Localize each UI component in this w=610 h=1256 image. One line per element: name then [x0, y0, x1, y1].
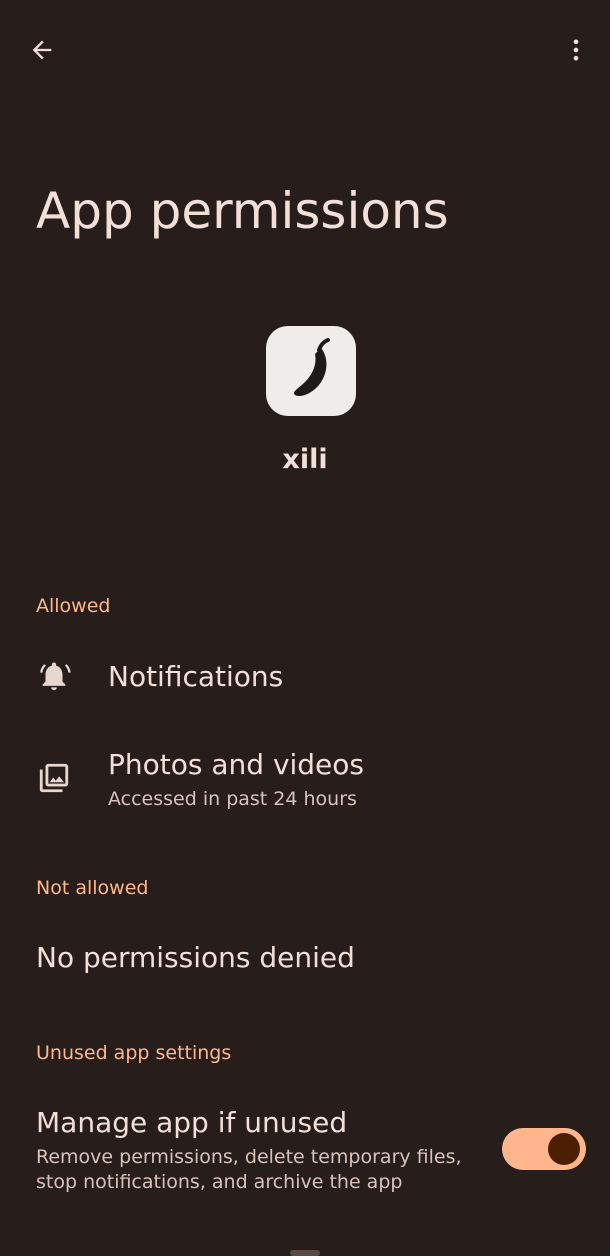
- page-title: App permissions: [36, 182, 449, 240]
- top-app-bar: [0, 0, 610, 100]
- toggle-knob: [548, 1133, 580, 1165]
- notification-bell-icon: [36, 658, 72, 694]
- permission-row-notifications[interactable]: Notifications: [0, 640, 610, 714]
- back-button[interactable]: [22, 30, 62, 70]
- chili-pepper-app-icon: [266, 326, 356, 416]
- more-vert-icon: [573, 39, 579, 61]
- manage-app-description-line1: Remove permissions, delete temporary fil…: [36, 1146, 462, 1168]
- permission-subtitle: Accessed in past 24 hours: [108, 788, 357, 810]
- permission-title: Photos and videos: [108, 748, 365, 781]
- permission-row-photos-videos[interactable]: Photos and videos Accessed in past 24 ho…: [0, 740, 610, 824]
- section-header-allowed: Allowed: [36, 595, 111, 617]
- section-header-unused-app-settings: Unused app settings: [36, 1042, 232, 1064]
- manage-app-title: Manage app if unused: [36, 1106, 348, 1139]
- manage-app-toggle[interactable]: [502, 1128, 586, 1170]
- no-permissions-denied-text: No permissions denied: [36, 941, 355, 974]
- more-options-button[interactable]: [556, 30, 596, 70]
- manage-app-description-line2: stop notifications, and archive the app: [36, 1171, 403, 1193]
- app-name: xili: [282, 444, 328, 475]
- scroll-hint-indicator: [290, 1250, 320, 1256]
- photo-library-icon: [36, 760, 72, 796]
- arrow-back-icon: [32, 40, 52, 60]
- permission-title: Notifications: [108, 660, 284, 693]
- section-header-not-allowed: Not allowed: [36, 877, 149, 899]
